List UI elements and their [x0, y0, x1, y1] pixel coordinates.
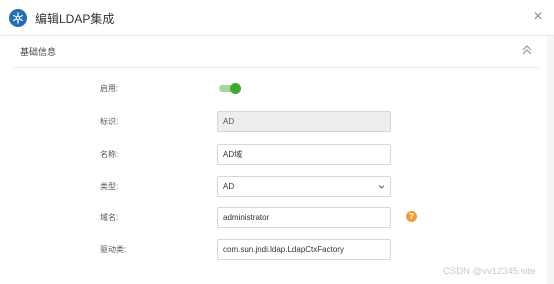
help-icon[interactable]: ? [406, 211, 417, 222]
watermark: CSDN @vv12345.site [443, 266, 536, 277]
name-field[interactable] [217, 144, 391, 165]
toggle-knob [230, 83, 241, 94]
name-input[interactable] [223, 145, 385, 164]
form-row-driver: 驱动类: [0, 239, 554, 261]
section-header-basic-info: 基础信息 [14, 36, 540, 68]
driver-input[interactable] [223, 240, 385, 259]
double-chevron-up-icon[interactable] [520, 42, 534, 58]
form-row-domain: 域名: ? [0, 207, 554, 229]
identifier-label: 标识: [100, 117, 119, 126]
name-label: 名称: [100, 150, 119, 159]
type-select[interactable]: AD [217, 176, 391, 197]
form-row-enabled: 启用: [0, 78, 554, 100]
identifier-field: AD [217, 111, 391, 132]
form-row-type: 类型: AD [0, 176, 554, 198]
driver-field[interactable] [217, 239, 391, 260]
section-title: 基础信息 [20, 47, 57, 57]
enabled-toggle[interactable] [219, 83, 241, 95]
type-select-value: AD [223, 182, 235, 191]
form-row-identifier: 标识: AD [0, 111, 554, 133]
snowflake-gear-icon [9, 9, 27, 27]
type-label: 类型: [100, 182, 119, 191]
driver-label: 驱动类: [100, 245, 127, 254]
domain-field[interactable] [217, 207, 391, 228]
dialog-title: 编辑LDAP集成 [35, 12, 115, 26]
enabled-label: 启用: [100, 84, 119, 93]
domain-label: 域名: [100, 213, 119, 222]
chevron-down-icon [378, 185, 385, 189]
dialog-title-bar: 编辑LDAP集成 × [0, 0, 554, 36]
form-row-name: 名称: [0, 144, 554, 166]
domain-input[interactable] [223, 208, 385, 227]
close-button[interactable]: × [530, 8, 546, 26]
ldap-edit-dialog: 编辑LDAP集成 × 基础信息 启用: 标识: AD 名称: 类型: AD [0, 0, 554, 284]
